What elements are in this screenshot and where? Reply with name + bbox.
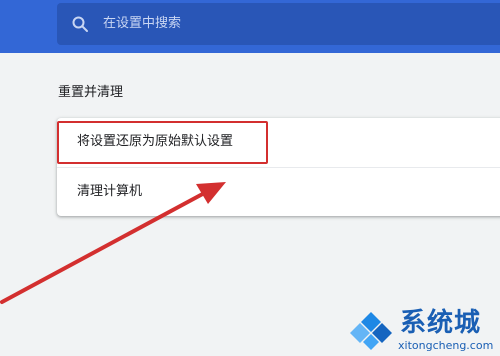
watermark-brand: 系统城 <box>400 308 482 338</box>
watermark-url: xitongcheng.com <box>398 339 494 352</box>
diamond-logo-icon <box>350 312 392 350</box>
watermark: 系统城 xitongcheng.com <box>340 300 500 356</box>
